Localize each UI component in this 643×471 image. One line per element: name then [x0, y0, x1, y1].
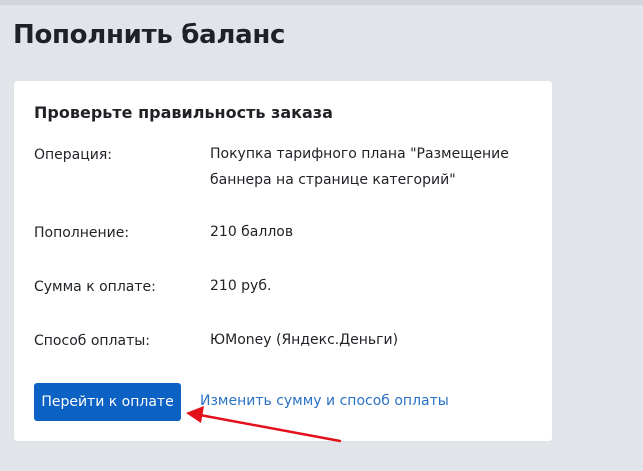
- order-confirmation-card: Проверьте правильность заказа Операция: …: [14, 81, 552, 441]
- top-divider: [0, 0, 643, 5]
- topup-value: 210 баллов: [210, 224, 294, 240]
- operation-value-line: баннера на странице категорий": [210, 172, 456, 188]
- operation-label: Операция:: [34, 147, 113, 163]
- payment-method-label: Способ оплаты:: [34, 333, 151, 349]
- payment-method-value: ЮMoney (Яндекс.Деньги): [210, 332, 399, 348]
- change-amount-and-method-link[interactable]: Изменить сумму и способ оплаты: [200, 393, 449, 409]
- go-to-payment-button[interactable]: Перейти к оплате: [34, 383, 181, 421]
- card-title: Проверьте правильность заказа: [34, 103, 333, 122]
- page-title: Пополнить баланс: [13, 20, 286, 50]
- topup-label: Пополнение:: [34, 225, 130, 241]
- operation-value-line: Покупка тарифного плана "Размещение: [210, 146, 509, 162]
- operation-value: Покупка тарифного плана "Размещение банн…: [210, 141, 530, 193]
- amount-value: 210 руб.: [210, 278, 272, 294]
- amount-label: Сумма к оплате:: [34, 279, 156, 295]
